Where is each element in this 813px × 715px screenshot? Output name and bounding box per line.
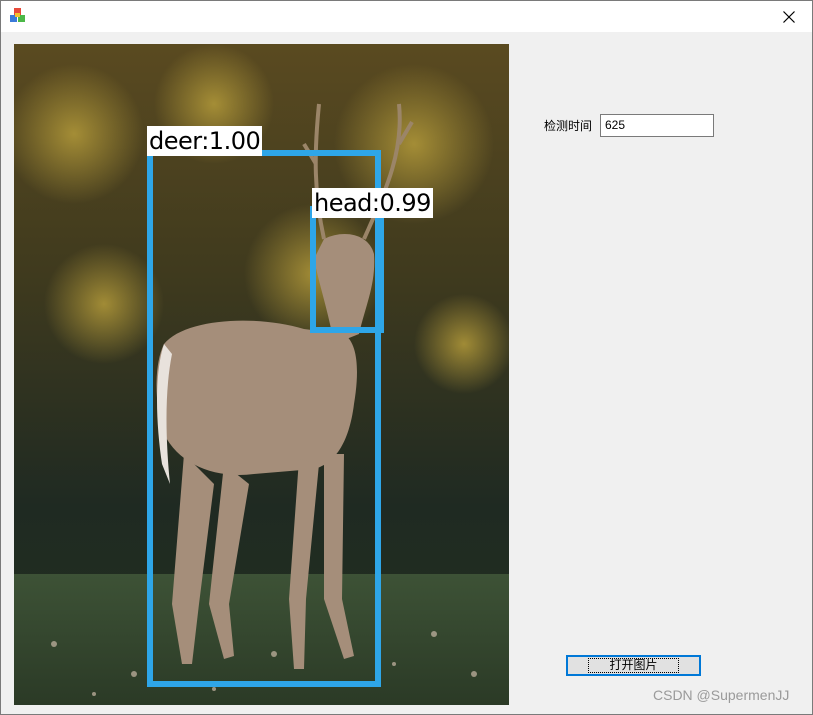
watermark: CSDN @SupermenJJ	[653, 687, 790, 703]
deer-detection-label: deer:1.00	[147, 126, 263, 156]
detect-time-field[interactable]: 625	[600, 114, 714, 137]
detect-time-label: 检测时间	[544, 119, 593, 133]
close-button[interactable]	[766, 1, 812, 32]
open-image-button[interactable]: 打开图片	[566, 655, 701, 676]
close-icon	[783, 10, 795, 23]
app-window: deer:1.00 head:0.99 检测时间 625 打开图片 CSDN @…	[0, 0, 813, 715]
head-detection-label: head:0.99	[312, 188, 433, 218]
open-image-button-label: 打开图片	[588, 658, 679, 673]
title-bar	[1, 1, 812, 32]
app-cubes-icon	[10, 8, 26, 24]
picture-box: deer:1.00 head:0.99	[14, 44, 509, 705]
